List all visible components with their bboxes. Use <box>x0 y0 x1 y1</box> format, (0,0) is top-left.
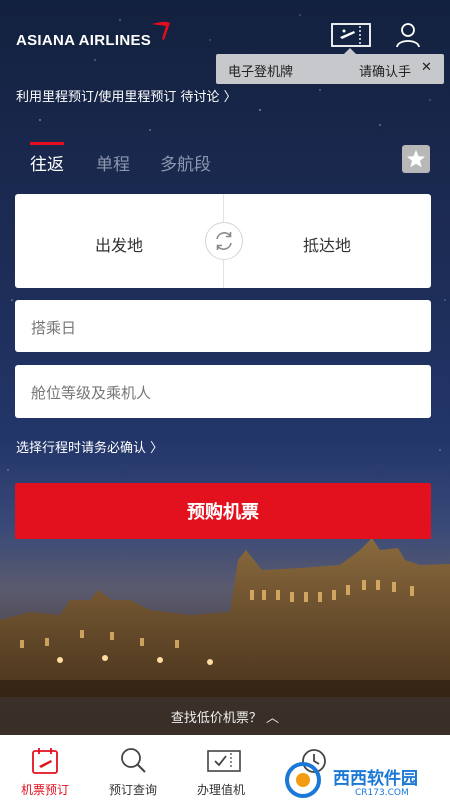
nav-booking-inquiry[interactable]: 预订查询 <box>88 735 178 808</box>
itinerary-notice-link[interactable]: 选择行程时请务必确认 〉 <box>16 437 163 456</box>
book-ticket-button[interactable]: 预购机票 <box>15 483 431 539</box>
tab-label: 往返 <box>30 155 64 175</box>
date-field[interactable]: 搭乘日 <box>15 300 431 352</box>
nav-label: 预订查询 <box>108 783 157 797</box>
watermark-text: 西西软件园 <box>333 769 418 789</box>
nav-check-in[interactable]: 办理值机 <box>176 735 266 808</box>
route-selector: 出发地 抵达地 <box>15 194 431 288</box>
date-placeholder: 搭乘日 <box>31 319 77 337</box>
tab-one-way[interactable]: 单程 <box>96 150 130 175</box>
tab-multi-city[interactable]: 多航段 <box>160 150 211 175</box>
nav-label: 机票预订 <box>20 783 69 797</box>
tab-label: 单程 <box>96 155 130 175</box>
logo-wing-icon <box>152 21 170 40</box>
calendar-plane-icon <box>32 748 58 774</box>
star-icon <box>407 150 425 168</box>
boarding-pass-icon[interactable] <box>330 20 372 50</box>
low-fare-search-bar[interactable]: 查找低价机票？ ︿ <box>0 697 450 735</box>
watermark-logo-icon <box>285 762 321 798</box>
tooltip-title: 电子登机牌 <box>228 65 294 80</box>
tab-label: 多航段 <box>160 155 211 175</box>
watermark-subtext: CR173.COM <box>355 788 409 798</box>
mileage-booking-link[interactable]: 利用里程预订/使用里程预订 待讨论 〉 <box>16 86 237 105</box>
active-tab-indicator <box>30 142 64 145</box>
cabin-placeholder: 舱位等级及乘机人 <box>31 384 152 402</box>
boarding-pass-tooltip: 电子登机牌 请确认手 ✕ <box>216 48 444 84</box>
nav-label: 办理值机 <box>196 783 245 797</box>
site-watermark: 西西软件园 CR173.COM <box>283 760 443 804</box>
tab-round-trip[interactable]: 往返 <box>30 142 64 175</box>
cabin-passenger-field[interactable]: 舱位等级及乘机人 <box>15 365 431 418</box>
favorite-button[interactable] <box>402 145 430 173</box>
search-icon <box>121 748 146 773</box>
nav-ticket-booking[interactable]: 机票预订 <box>0 735 90 808</box>
tooltip-hint: 请确认手 <box>359 65 412 80</box>
asiana-logo: ASIANA AIRLINES <box>16 32 152 49</box>
boarding-pass-icon <box>207 750 241 772</box>
close-icon[interactable]: ✕ <box>421 60 432 75</box>
swap-button[interactable] <box>205 222 243 260</box>
departure-field[interactable]: 出发地 <box>95 232 143 256</box>
swap-icon <box>216 232 232 250</box>
arrival-field[interactable]: 抵达地 <box>303 232 351 256</box>
user-icon[interactable] <box>393 20 423 50</box>
